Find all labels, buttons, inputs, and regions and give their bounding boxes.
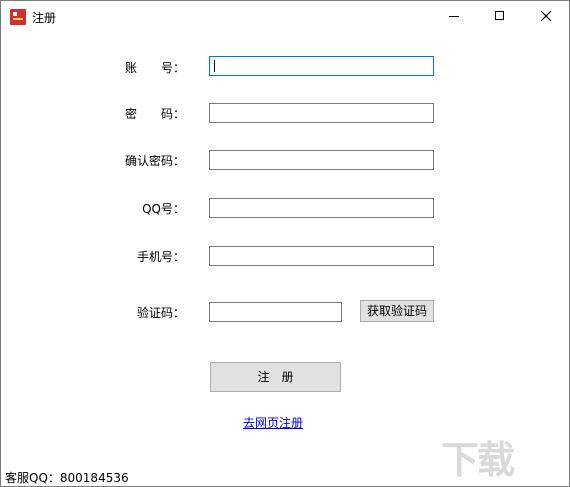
password-label: 密 码： [124, 107, 185, 121]
support-qq-text: 客服QQ：800184536 [5, 471, 129, 485]
confirm-password-input[interactable] [209, 150, 434, 170]
phone-input[interactable] [209, 246, 434, 266]
close-icon [540, 10, 552, 22]
app-logo-icon [10, 9, 26, 25]
maximize-button[interactable] [477, 1, 523, 31]
maximize-icon [495, 11, 504, 20]
get-code-button[interactable]: 获取验证码 [360, 300, 434, 322]
text-caret [214, 60, 215, 72]
qq-label: QQ号： [142, 202, 185, 216]
account-label: 账 号： [124, 61, 185, 75]
phone-label: 手机号： [136, 250, 185, 264]
title-bar[interactable]: 注册 [1, 1, 569, 31]
close-button[interactable] [523, 1, 569, 31]
minimize-button[interactable] [431, 1, 477, 31]
minimize-icon [449, 16, 459, 17]
verification-code-input[interactable] [209, 302, 342, 322]
password-input[interactable] [209, 103, 434, 123]
qq-input[interactable] [209, 198, 434, 218]
watermark-text: 下载 [441, 438, 515, 482]
register-button[interactable]: 注 册 [210, 362, 341, 392]
account-input[interactable] [209, 56, 434, 76]
web-register-link[interactable]: 去网页注册 [243, 414, 303, 431]
watermark-logo: 下载 [441, 429, 565, 482]
window-title: 注册 [32, 11, 57, 25]
register-window: 注册 账 号： 密 码： 确认密码： QQ号： 手机号： 验证码： 获取验证码 … [0, 0, 570, 487]
confirm-password-label: 确认密码： [124, 154, 185, 168]
verification-code-label: 验证码： [136, 306, 185, 320]
